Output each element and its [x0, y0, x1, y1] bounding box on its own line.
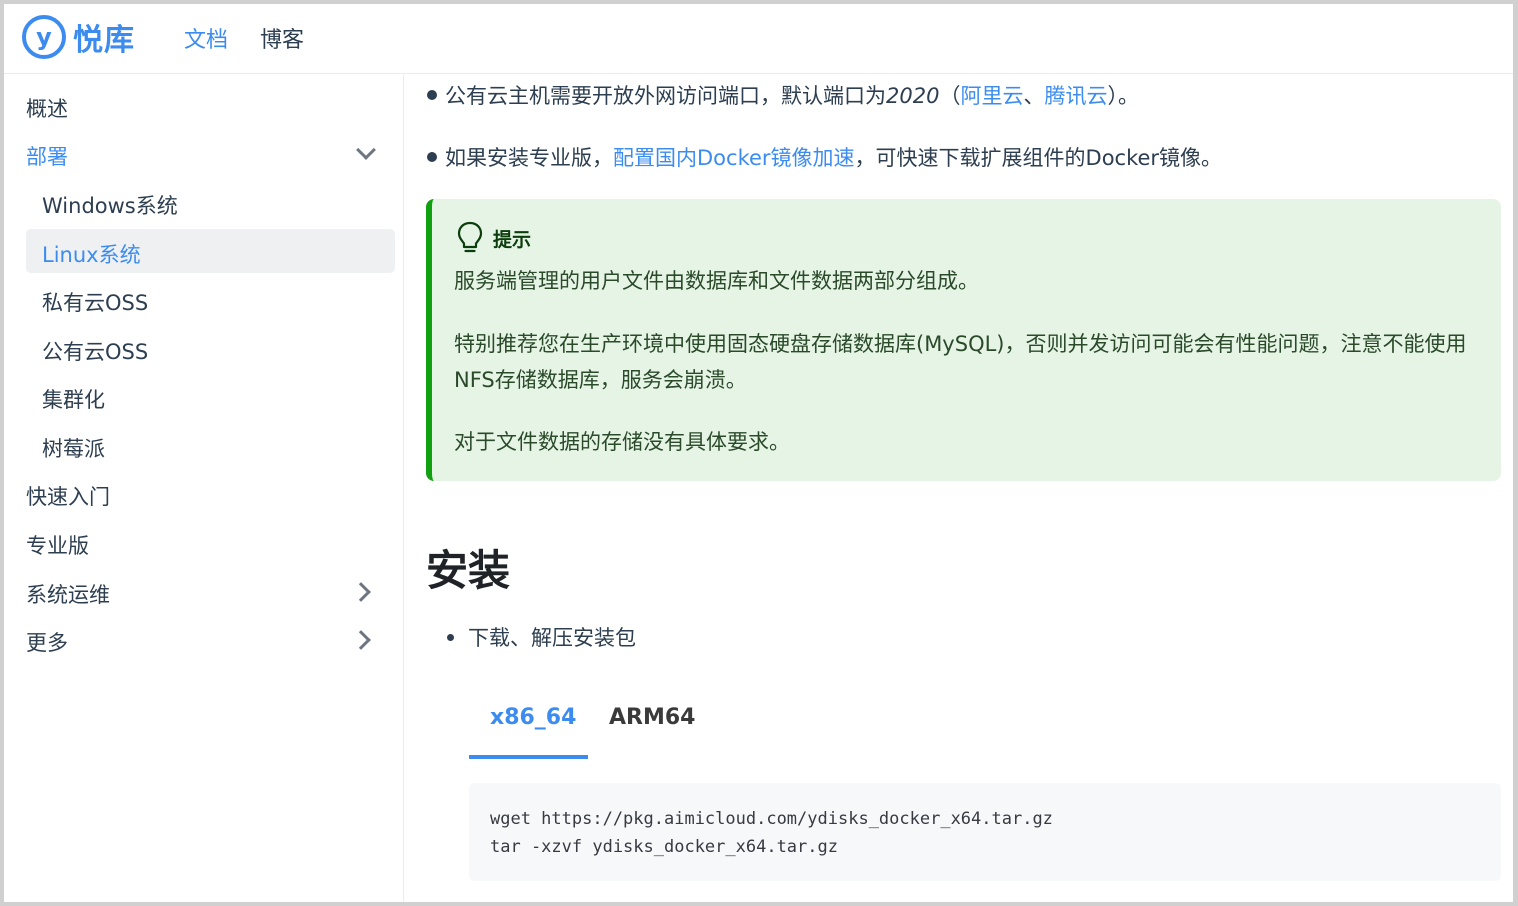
bullet-icon — [447, 633, 454, 641]
top-navbar: y 悦库 文档 博客 — [4, 4, 1513, 74]
code-line: wget https://pkg.aimicloud.com/ydisks_do… — [490, 809, 1053, 829]
sidebar-subitem-private-oss[interactable]: 私有云OSS — [42, 287, 148, 317]
tip-paragraph: 特别推荐您在生产环境中使用固态硬盘存储数据库(MySQL)，否则并发访问可能会有… — [454, 332, 1467, 392]
sidebar-item-quickstart[interactable]: 快速入门 — [26, 481, 110, 511]
sidebar-item-deploy[interactable]: 部署 — [26, 141, 68, 171]
sidebar-subitem-windows[interactable]: Windows系统 — [42, 190, 178, 220]
link-aliyun[interactable]: 阿里云 — [960, 84, 1023, 108]
sidebar-item-more[interactable]: 更多 — [26, 627, 68, 657]
link-docker-mirror[interactable]: 配置国内Docker镜像加速 — [613, 146, 855, 170]
chevron-right-icon[interactable] — [351, 630, 371, 650]
sidebar-item-ops[interactable]: 系统运维 — [26, 579, 110, 609]
link-tencent-cloud[interactable]: 腾讯云 — [1044, 84, 1107, 108]
text: ，可快速下载扩展组件的Docker镜像。 — [854, 146, 1223, 170]
text: 如果安装专业版， — [445, 146, 613, 170]
tab-arm64[interactable]: ARM64 — [609, 705, 695, 730]
sidebar: 概述 部署 Windows系统 Linux系统 私有云OSS 公有云OSS 集群… — [4, 75, 404, 902]
tip-paragraph: 对于文件数据的存储没有具体要求。 — [454, 430, 790, 454]
sidebar-item-pro[interactable]: 专业版 — [26, 530, 89, 560]
bullet-icon — [427, 90, 437, 100]
sidebar-subitem-cluster[interactable]: 集群化 — [42, 384, 105, 414]
tip-paragraph: 服务端管理的用户文件由数据库和文件数据两部分组成。 — [454, 269, 979, 293]
chevron-right-icon[interactable] — [351, 582, 371, 602]
list-item: 公有云主机需要开放外网访问端口，默认端口为2020（阿里云、腾讯云）。 — [427, 80, 1139, 110]
text: 、 — [1023, 84, 1045, 108]
code-line: tar -xzvf ydisks_docker_x64.tar.gz — [490, 837, 838, 857]
arch-tabs: x86_64 ARM64 — [469, 687, 769, 761]
text: （ — [939, 84, 961, 108]
logo-text: 悦库 — [73, 23, 135, 58]
list-item: 下载、解压安装包 — [447, 622, 636, 652]
code-block[interactable]: wget https://pkg.aimicloud.com/ydisks_do… — [469, 783, 1501, 881]
tip-title: 提示 — [457, 221, 531, 255]
tip-box: 提示 服务端管理的用户文件由数据库和文件数据两部分组成。 特别推荐您在生产环境中… — [426, 199, 1501, 481]
chevron-down-icon[interactable] — [356, 140, 376, 160]
nav-link-blog[interactable]: 博客 — [260, 22, 304, 54]
text: ）。 — [1107, 84, 1139, 108]
sidebar-subitem-public-oss[interactable]: 公有云OSS — [42, 336, 148, 366]
text: 公有云主机需要开放外网访问端口，默认端口为 — [445, 84, 886, 108]
main-content: 公有云主机需要开放外网访问端口，默认端口为2020（阿里云、腾讯云）。 如果安装… — [405, 75, 1513, 902]
bullet-icon — [427, 152, 437, 162]
sidebar-subitem-linux[interactable]: Linux系统 — [42, 239, 141, 269]
port-number: 2020 — [886, 84, 940, 108]
sidebar-item-overview[interactable]: 概述 — [26, 93, 68, 123]
logo-glyph: y — [36, 23, 52, 51]
tip-title-text: 提示 — [493, 228, 532, 251]
list-item-text: 下载、解压安装包 — [468, 626, 636, 650]
list-item: 如果安装专业版，配置国内Docker镜像加速，可快速下载扩展组件的Docker镜… — [427, 142, 1222, 172]
lightbulb-icon — [457, 221, 483, 255]
sidebar-subitem-raspberry-pi[interactable]: 树莓派 — [42, 433, 105, 463]
logo[interactable]: y 悦库 — [22, 15, 135, 59]
active-tab-underline — [469, 755, 588, 759]
nav-link-docs[interactable]: 文档 — [184, 22, 228, 54]
tab-x86-64[interactable]: x86_64 — [490, 705, 576, 730]
nav-links: 文档 博客 — [184, 22, 304, 54]
logo-icon: y — [22, 15, 66, 59]
section-heading: 安装 — [426, 546, 511, 595]
